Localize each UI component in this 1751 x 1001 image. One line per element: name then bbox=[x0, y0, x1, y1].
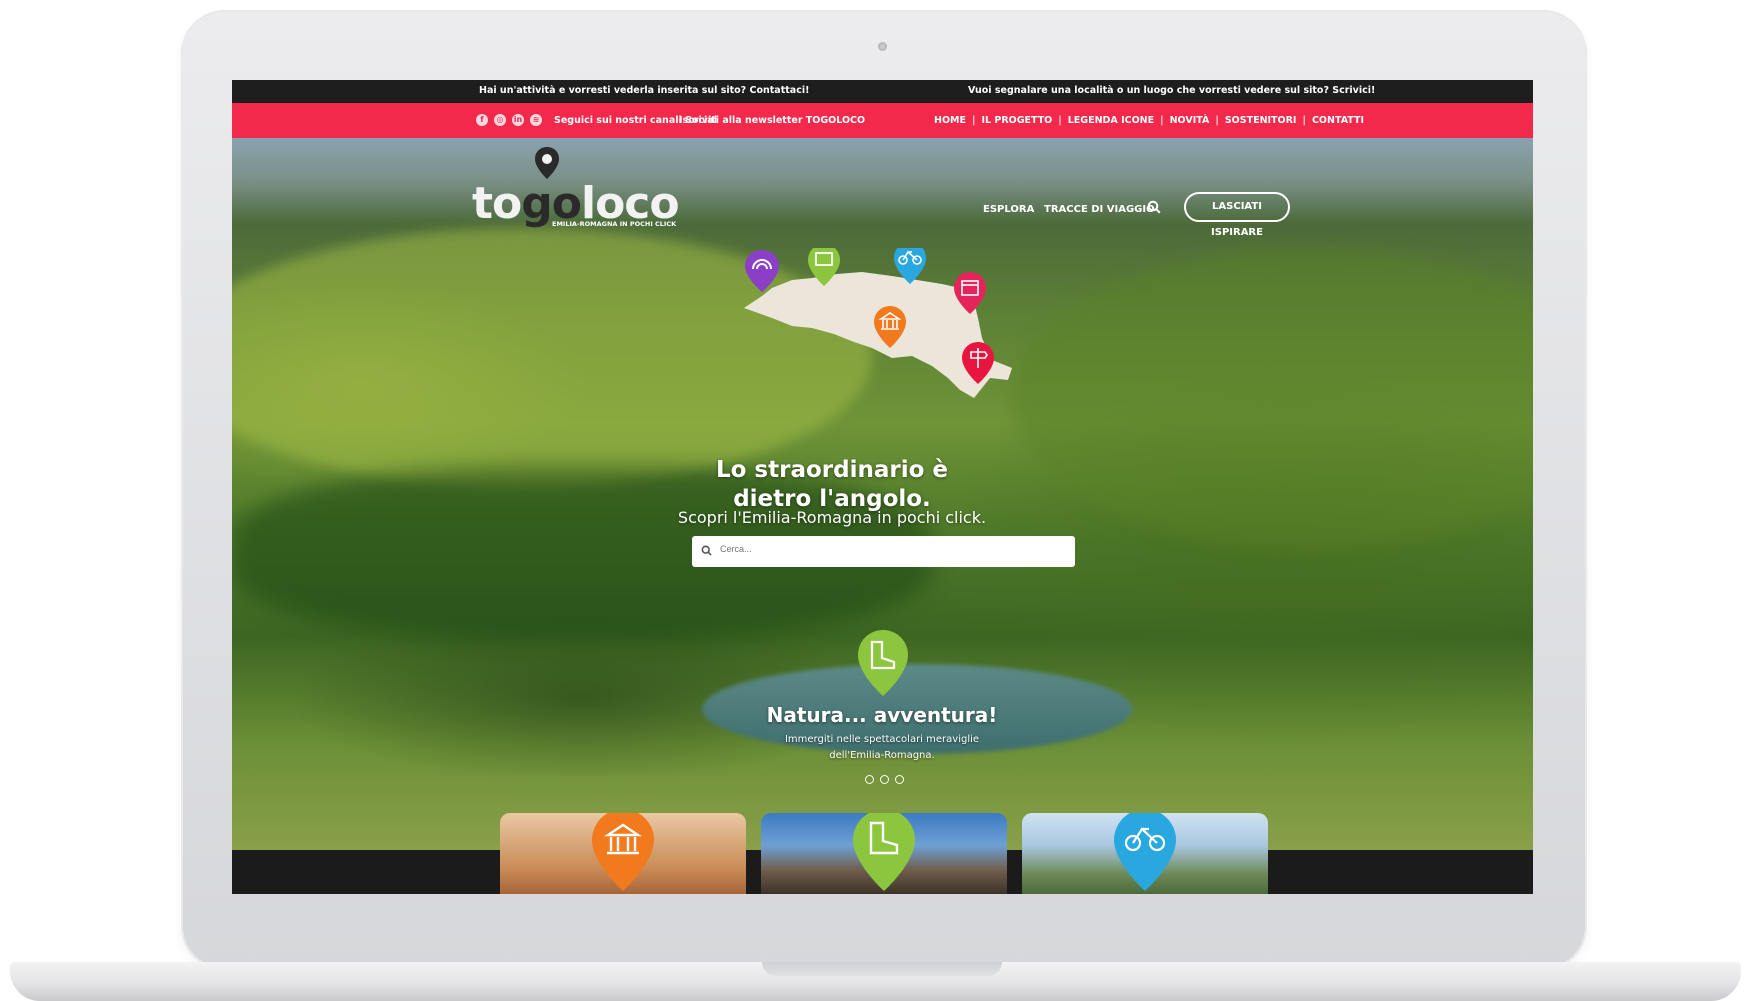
announcement-left[interactable]: Hai un'attività e vorresti vederla inser… bbox=[479, 85, 809, 96]
hill-shape bbox=[1012, 248, 1533, 548]
card-bike[interactable] bbox=[1022, 813, 1268, 894]
hiking-boot-icon bbox=[858, 630, 908, 696]
menu-item-news[interactable]: NOVITÀ bbox=[1164, 115, 1216, 126]
newsletter-link[interactable]: Iscriviti alla newsletter TOGOLOCO bbox=[679, 115, 865, 126]
menu-item-legend[interactable]: LEGENDA ICONE bbox=[1062, 115, 1160, 126]
logo-part: to bbox=[472, 178, 522, 229]
card-nature[interactable] bbox=[761, 813, 1007, 894]
logo-pin-icon bbox=[535, 147, 559, 179]
search-icon[interactable] bbox=[1147, 200, 1161, 214]
announcement-right[interactable]: Vuoi segnalare una località o un luogo c… bbox=[968, 85, 1375, 96]
laptop-notch bbox=[762, 962, 1002, 976]
slider-dot[interactable] bbox=[865, 775, 874, 784]
camera bbox=[878, 42, 887, 51]
bike-icon bbox=[1114, 813, 1176, 891]
instagram-icon[interactable]: ◎ bbox=[494, 114, 506, 126]
search-bar[interactable] bbox=[692, 536, 1075, 567]
hero-section: togoloco EMILIA-ROMAGNA IN POCHI CLICK E… bbox=[232, 138, 1533, 850]
announcement-bar: Hai un'attività e vorresti vederla inser… bbox=[232, 80, 1533, 103]
slider-dot[interactable] bbox=[880, 775, 889, 784]
laptop-screen: Hai un'attività e vorresti vederla inser… bbox=[232, 80, 1533, 894]
museum-icon bbox=[592, 813, 654, 891]
site-logo[interactable]: togoloco EMILIA-ROMAGNA IN POCHI CLICK bbox=[472, 147, 680, 229]
menu-item-supporters[interactable]: SOSTENITORI bbox=[1219, 115, 1303, 126]
menu-separator: | bbox=[1215, 115, 1219, 126]
slide-text: Immergiti nelle spettacolari meraviglie … bbox=[784, 734, 980, 761]
slider-dot[interactable] bbox=[895, 775, 904, 784]
main-menu: HOME | IL PROGETTO | LEGENDA ICONE | NOVITÀ… bbox=[928, 115, 1370, 126]
slide-title: Natura... avventura! bbox=[766, 703, 998, 727]
linkedin-icon[interactable]: in bbox=[512, 114, 524, 126]
slider-dots bbox=[865, 775, 904, 784]
nav-tracks[interactable]: TRACCE DI VIAGGIO bbox=[1044, 204, 1155, 215]
menu-item-contacts[interactable]: CONTATTI bbox=[1306, 115, 1370, 126]
inspire-button[interactable]: LASCIATI ISPIRARE bbox=[1184, 192, 1290, 238]
region-map[interactable] bbox=[742, 248, 1032, 408]
hero-subline: Scopri l'Emilia-Romagna in pochi click. bbox=[677, 508, 987, 527]
menu-item-project[interactable]: IL PROGETTO bbox=[975, 115, 1058, 126]
menu-item-home[interactable]: HOME bbox=[928, 115, 972, 126]
top-nav-bar: f ◎ in ≋ Seguici sui nostri canali Socia… bbox=[232, 103, 1533, 138]
logo-tagline: EMILIA-ROMAGNA IN POCHI CLICK bbox=[552, 220, 677, 228]
menu-separator: | bbox=[1302, 115, 1306, 126]
hiking-boot-icon bbox=[853, 813, 915, 891]
nav-explore[interactable]: ESPLORA bbox=[983, 204, 1034, 215]
facebook-icon[interactable]: f bbox=[476, 114, 488, 126]
menu-separator: | bbox=[971, 115, 976, 126]
hero-headline: Lo straordinario è dietro l'angolo. bbox=[715, 457, 949, 512]
search-icon bbox=[701, 545, 712, 556]
menu-separator: | bbox=[1160, 115, 1164, 126]
spotify-icon[interactable]: ≋ bbox=[530, 114, 542, 126]
search-input[interactable] bbox=[718, 543, 1062, 555]
card-museum[interactable] bbox=[500, 813, 746, 894]
menu-separator: | bbox=[1058, 115, 1062, 126]
rainbow-pin-icon[interactable] bbox=[745, 250, 779, 292]
social-icons: f ◎ in ≋ bbox=[476, 114, 542, 126]
